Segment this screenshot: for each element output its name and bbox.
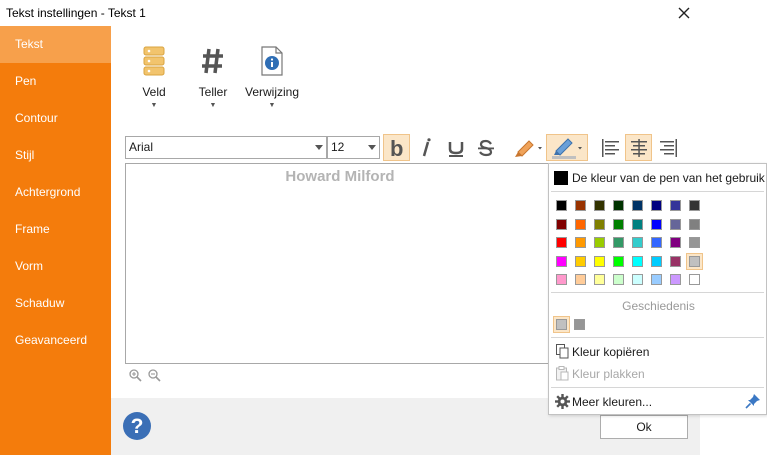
strikethrough-icon <box>477 139 494 156</box>
help-button[interactable]: ? <box>122 411 152 444</box>
copy-color-label: Kleur kopiëren <box>572 345 650 359</box>
teller-button[interactable]: Teller ▼ <box>183 46 243 109</box>
sidebar-item-achtergrond[interactable]: Achtergrond <box>0 174 111 211</box>
verwijzing-button[interactable]: Verwijzing ▼ <box>242 46 302 109</box>
window-title: Tekst instellingen - Tekst 1 <box>6 6 146 20</box>
paste-icon <box>556 366 569 381</box>
chevron-down-icon: ▼ <box>268 102 276 109</box>
ok-button[interactable]: Ok <box>600 415 688 439</box>
editor-text: Howard Milford <box>285 168 395 185</box>
veld-button[interactable]: Veld ▼ <box>124 46 184 109</box>
underline-icon <box>448 141 463 157</box>
chevron-down-icon: ▼ <box>209 102 217 109</box>
align-center-icon <box>630 138 647 157</box>
close-button[interactable] <box>672 2 696 24</box>
strikethrough-button[interactable] <box>472 134 499 161</box>
bold-button[interactable]: b <box>383 134 410 161</box>
chevron-down-icon <box>364 137 379 158</box>
color-history <box>549 164 767 339</box>
zoom-in-icon <box>129 369 142 382</box>
teller-label: Teller <box>198 85 228 99</box>
title-bar: Tekst instellingen - Tekst 1 <box>0 0 700 26</box>
hash-icon <box>202 48 223 74</box>
separator <box>551 387 764 388</box>
copy-icon <box>556 344 569 359</box>
text-editor[interactable]: Howard Milford <box>125 163 555 364</box>
verwijzing-label: Verwijzing <box>244 85 300 99</box>
more-colors-label: Meer kleuren... <box>572 395 653 409</box>
color-picker-popup: De kleur van de pen van het gebruik Gesc… <box>548 163 767 415</box>
sidebar-item-frame[interactable]: Frame <box>0 211 111 248</box>
gear-icon <box>555 394 570 409</box>
align-center-button[interactable] <box>625 134 652 161</box>
zoom-in-button[interactable] <box>129 369 142 385</box>
zoom-out-icon <box>148 369 161 382</box>
pin-button[interactable] <box>745 393 761 412</box>
underline-button[interactable] <box>442 134 469 161</box>
zoom-out-button[interactable] <box>148 369 161 385</box>
sidebar-item-contour[interactable]: Contour <box>0 100 111 137</box>
pin-icon <box>745 394 760 409</box>
align-right-icon <box>659 138 677 157</box>
svg-text:b: b <box>390 138 403 158</box>
more-colors-item[interactable]: Meer kleuren... <box>553 393 741 411</box>
bold-icon: b <box>390 138 403 158</box>
sidebar-item-vorm[interactable]: Vorm <box>0 248 111 285</box>
italic-icon <box>422 137 431 156</box>
align-right-button[interactable] <box>655 134 682 161</box>
sidebar-item-tekst[interactable]: Tekst <box>0 26 111 63</box>
align-left-button[interactable] <box>596 134 623 161</box>
chevron-down-icon: ▼ <box>150 102 158 109</box>
close-icon <box>678 7 690 19</box>
sidebar-item-pen[interactable]: Pen <box>0 63 111 100</box>
history-swatch[interactable] <box>556 319 567 330</box>
help-icon: ? <box>123 412 151 440</box>
italic-button[interactable] <box>412 134 439 161</box>
info-document-icon <box>261 46 283 76</box>
sidebar-item-geavanceerd[interactable]: Geavanceerd <box>0 322 111 359</box>
separator <box>551 337 764 338</box>
sidebar: Tekst Pen Contour Stijl Achtergrond Fram… <box>0 26 111 455</box>
sidebar-item-schaduw[interactable]: Schaduw <box>0 285 111 322</box>
sidebar-item-stijl[interactable]: Stijl <box>0 137 111 174</box>
font-color-button[interactable] <box>546 134 588 161</box>
chevron-down-icon <box>311 137 326 158</box>
svg-text:?: ? <box>131 415 144 438</box>
pen-color-icon <box>552 137 582 159</box>
highlight-color-button[interactable] <box>508 134 546 161</box>
font-family-value: Arial <box>129 140 154 154</box>
veld-label: Veld <box>142 85 166 99</box>
copy-color-item[interactable]: Kleur kopiëren <box>553 343 765 361</box>
font-size-select[interactable]: 12 <box>327 136 380 159</box>
font-size-value: 12 <box>331 140 345 154</box>
history-swatch[interactable] <box>574 319 585 330</box>
align-left-icon <box>601 138 619 157</box>
paste-color-item[interactable]: Kleur plakken <box>553 365 765 383</box>
highlighter-icon <box>515 139 542 157</box>
database-field-icon <box>143 46 165 76</box>
font-family-select[interactable]: Arial <box>125 136 327 159</box>
paste-color-label: Kleur plakken <box>572 367 645 381</box>
